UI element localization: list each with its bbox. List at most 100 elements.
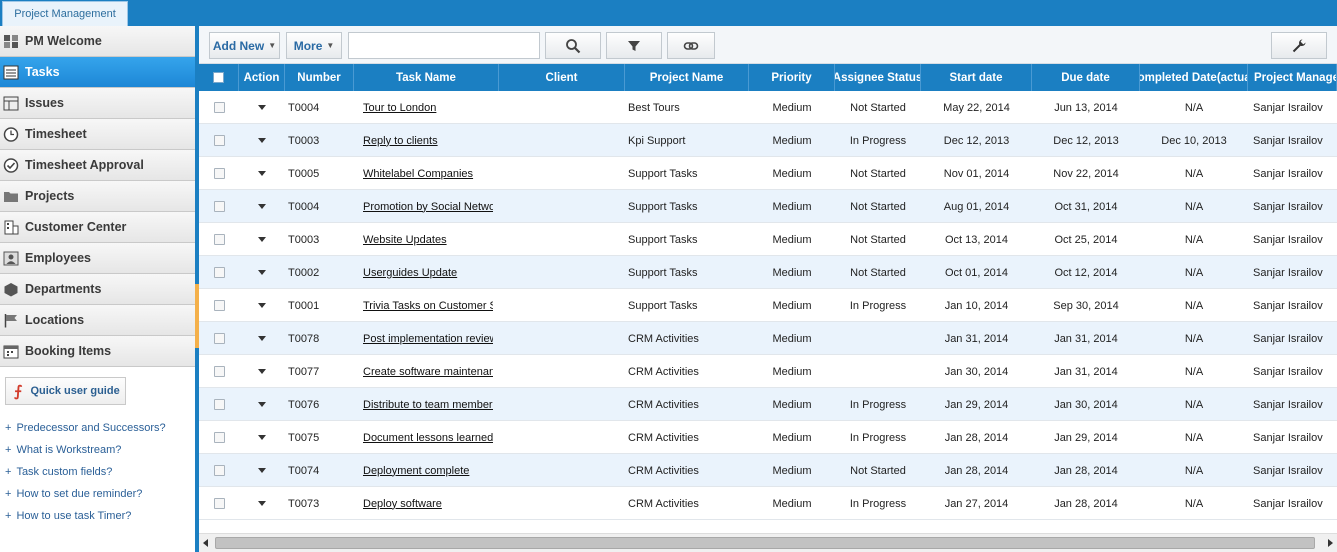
task-name-link[interactable]: Tour to London [363, 102, 436, 114]
sidebar-item-locations[interactable]: Locations [0, 305, 195, 336]
task-name-link[interactable]: Create software maintenan [363, 366, 493, 378]
action-dropdown-icon[interactable] [258, 402, 266, 407]
action-dropdown-icon[interactable] [258, 270, 266, 275]
add-new-button[interactable]: Add New ▼ [209, 32, 280, 59]
column-header[interactable]: Assignee Status [835, 64, 921, 91]
task-name-link[interactable]: Document lessons learned [363, 432, 493, 444]
scrollbar-thumb[interactable] [215, 537, 1315, 549]
sidebar-item-employees[interactable]: Employees [0, 243, 195, 274]
sidebar-item-projects[interactable]: Projects [0, 181, 195, 212]
help-link[interactable]: + What is Workstream? [5, 439, 166, 461]
table-row[interactable]: T0078 Post implementation review CRM Activ… [199, 322, 1337, 355]
action-dropdown-icon[interactable] [258, 303, 266, 308]
table-row[interactable]: T0076 Distribute to team members CRM Activ… [199, 388, 1337, 421]
action-dropdown-icon[interactable] [258, 237, 266, 242]
task-name-link[interactable]: Distribute to team members [363, 399, 493, 411]
column-header[interactable]: Project Manager [1248, 64, 1337, 91]
search-input[interactable] [348, 32, 540, 59]
app-tab[interactable]: Project Management [2, 1, 128, 26]
action-dropdown-icon[interactable] [258, 204, 266, 209]
table-row[interactable]: T0003 Reply to clients Kpi Support Medium In… [199, 124, 1337, 157]
scroll-right-icon[interactable] [1328, 539, 1333, 547]
task-name-link[interactable]: Reply to clients [363, 135, 438, 147]
row-checkbox[interactable] [213, 432, 225, 443]
row-checkbox[interactable] [213, 300, 225, 311]
row-checkbox[interactable] [213, 135, 225, 146]
column-header[interactable]: Client [499, 64, 625, 91]
row-action-cell[interactable] [239, 91, 285, 124]
row-action-cell[interactable] [239, 157, 285, 190]
row-action-cell[interactable] [239, 190, 285, 223]
help-link[interactable]: + Task custom fields? [5, 461, 166, 483]
column-header[interactable]: Due date [1032, 64, 1140, 91]
row-checkbox[interactable] [213, 267, 225, 278]
table-row[interactable]: T0003 Website Updates Support Tasks Medium N… [199, 223, 1337, 256]
task-name-link[interactable]: Promotion by Social Networ [363, 201, 493, 213]
row-checkbox[interactable] [213, 201, 225, 212]
sidebar-item-booking-items[interactable]: Booking Items [0, 336, 195, 367]
column-header[interactable]: Priority [749, 64, 835, 91]
table-row[interactable]: T0005 Whitelabel Companies Support Tasks Me… [199, 157, 1337, 190]
row-checkbox[interactable] [213, 102, 225, 113]
table-row[interactable]: T0075 Document lessons learned CRM Activit… [199, 421, 1337, 454]
row-action-cell[interactable] [239, 124, 285, 157]
row-action-cell[interactable] [239, 322, 285, 355]
table-row[interactable]: T0074 Deployment complete CRM Activities Me… [199, 454, 1337, 487]
sidebar-item-customer-center[interactable]: Customer Center [0, 212, 195, 243]
row-action-cell[interactable] [239, 388, 285, 421]
sidebar-item-issues[interactable]: Issues [0, 88, 195, 119]
row-action-cell[interactable] [239, 454, 285, 487]
row-checkbox[interactable] [213, 234, 225, 245]
row-checkbox[interactable] [213, 168, 225, 179]
row-checkbox[interactable] [213, 366, 225, 377]
column-header[interactable]: Start date [921, 64, 1032, 91]
help-link[interactable]: + How to set due reminder? [5, 483, 166, 505]
link-button[interactable] [667, 32, 715, 59]
action-dropdown-icon[interactable] [258, 171, 266, 176]
table-row[interactable]: T0002 Userguides Update Support Tasks Mediu… [199, 256, 1337, 289]
row-checkbox[interactable] [213, 465, 225, 476]
sidebar-item-timesheet[interactable]: Timesheet [0, 119, 195, 150]
task-name-link[interactable]: Trivia Tasks on Customer S [363, 300, 493, 312]
action-dropdown-icon[interactable] [258, 105, 266, 110]
filter-button[interactable] [606, 32, 662, 59]
sidebar-item-timesheet-approval[interactable]: Timesheet Approval [0, 150, 195, 181]
table-row[interactable]: T0001 Trivia Tasks on Customer S Support T… [199, 289, 1337, 322]
settings-button[interactable] [1271, 32, 1327, 59]
action-dropdown-icon[interactable] [258, 369, 266, 374]
task-name-link[interactable]: Website Updates [363, 234, 447, 246]
select-all-checkbox[interactable] [213, 72, 224, 83]
column-header[interactable]: Completed Date(actual) [1140, 64, 1248, 91]
action-dropdown-icon[interactable] [258, 435, 266, 440]
task-name-link[interactable]: Post implementation review [363, 333, 493, 345]
sidebar-item-tasks[interactable]: Tasks [0, 57, 195, 88]
task-name-link[interactable]: Deployment complete [363, 465, 469, 477]
help-link[interactable]: + How to use task Timer? [5, 505, 166, 527]
row-checkbox[interactable] [213, 498, 225, 509]
sidebar-item-departments[interactable]: Departments [0, 274, 195, 305]
table-row[interactable]: T0077 Create software maintenan CRM Activi… [199, 355, 1337, 388]
action-dropdown-icon[interactable] [258, 138, 266, 143]
row-action-cell[interactable] [239, 256, 285, 289]
task-name-link[interactable]: Userguides Update [363, 267, 457, 279]
row-action-cell[interactable] [239, 421, 285, 454]
sidebar-item-pm-welcome[interactable]: PM Welcome [0, 26, 195, 57]
table-row[interactable]: T0004 Tour to London Best Tours Medium Not S… [199, 91, 1337, 124]
search-button[interactable] [545, 32, 601, 59]
row-checkbox[interactable] [213, 399, 225, 410]
row-action-cell[interactable] [239, 487, 285, 520]
row-checkbox[interactable] [213, 333, 225, 344]
row-action-cell[interactable] [239, 355, 285, 388]
table-row[interactable]: T0073 Deploy software CRM Activities Medium… [199, 487, 1337, 520]
more-button[interactable]: More ▼ [286, 32, 342, 59]
row-action-cell[interactable] [239, 289, 285, 322]
help-link[interactable]: + Predecessor and Successors? [5, 417, 166, 439]
table-row[interactable]: T0004 Promotion by Social Networ Support T… [199, 190, 1337, 223]
horizontal-scrollbar[interactable] [199, 533, 1337, 552]
action-dropdown-icon[interactable] [258, 336, 266, 341]
column-header[interactable]: Task Name [354, 64, 499, 91]
column-header[interactable]: Project Name [625, 64, 749, 91]
column-header[interactable]: Action [239, 64, 285, 91]
scroll-left-icon[interactable] [203, 539, 208, 547]
action-dropdown-icon[interactable] [258, 501, 266, 506]
